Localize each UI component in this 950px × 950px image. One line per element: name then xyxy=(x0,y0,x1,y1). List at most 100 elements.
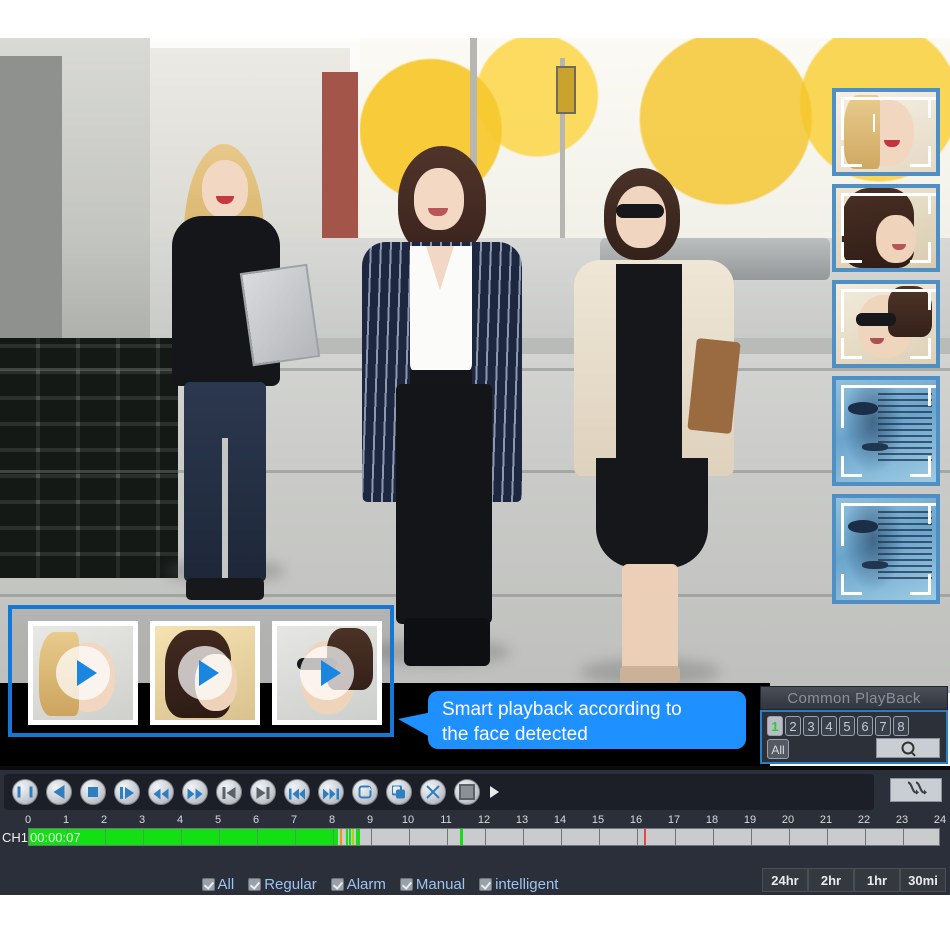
timeline-hour-separator-top xyxy=(865,829,866,845)
biometric-lips xyxy=(862,443,888,451)
clip-button[interactable] xyxy=(420,779,446,805)
play-icon[interactable] xyxy=(178,646,232,700)
person-2-brunette xyxy=(340,146,540,676)
next-file-button[interactable] xyxy=(318,779,344,805)
face-thumbnail-sunglasses[interactable] xyxy=(832,280,940,368)
filter-alarm[interactable]: Alarm xyxy=(331,876,386,893)
timeline-track[interactable] xyxy=(28,828,940,846)
channel-button-7[interactable]: 7 xyxy=(875,716,891,736)
repeat-button[interactable] xyxy=(352,779,378,805)
timeline-segment-regular[interactable] xyxy=(460,829,463,845)
next-frame-button[interactable] xyxy=(250,779,276,805)
record-type-filters: All Regular Alarm Manual intelligent xyxy=(0,870,760,898)
channel-button-3[interactable]: 3 xyxy=(803,716,819,736)
timeline-segment-alarm[interactable] xyxy=(644,829,646,845)
filter-all-label: All xyxy=(218,876,235,893)
video-stage[interactable]: Smart playback according to the face det… xyxy=(0,0,950,770)
filter-intelligent[interactable]: intelligent xyxy=(479,876,558,893)
range-1hr[interactable]: 1hr xyxy=(854,868,900,892)
checkbox-alarm[interactable] xyxy=(331,878,344,891)
channel-button-all[interactable]: All xyxy=(767,739,789,759)
timeline-hour-separator-top xyxy=(827,829,828,845)
timeline-hour-3: 3 xyxy=(139,814,145,826)
callout-tail xyxy=(398,712,432,738)
filter-all[interactable]: All xyxy=(202,876,235,893)
copy-button[interactable] xyxy=(386,779,412,805)
pause-button[interactable] xyxy=(12,779,38,805)
timeline-hour-0: 0 xyxy=(25,814,31,826)
timeline-hour-separator-top xyxy=(143,829,144,845)
bracket-top-right xyxy=(910,385,931,406)
person-2-trousers xyxy=(396,384,492,624)
filter-manual-label: Manual xyxy=(416,876,465,893)
face-thumbnail-brunette[interactable] xyxy=(832,184,940,272)
play-icon[interactable] xyxy=(56,646,110,700)
play-icon[interactable] xyxy=(300,646,354,700)
filter-manual[interactable]: Manual xyxy=(400,876,465,893)
filter-regular-label: Regular xyxy=(264,876,317,893)
checkbox-manual[interactable] xyxy=(400,878,413,891)
bottom-chrome: 0123456789101112131415161718192021222324… xyxy=(0,770,950,950)
previous-file-button[interactable] xyxy=(284,779,310,805)
timeline-segment-alarm[interactable] xyxy=(340,829,342,845)
timeline-segment-regular[interactable] xyxy=(346,829,348,845)
person-3-legs xyxy=(622,564,678,674)
play-reverse-button[interactable] xyxy=(46,779,72,805)
traffic-light xyxy=(556,66,576,114)
slow-forward-button[interactable] xyxy=(114,779,140,805)
range-24hr[interactable]: 24hr xyxy=(762,868,808,892)
timeline-segment-regular[interactable] xyxy=(349,829,351,845)
smart-clip-2[interactable] xyxy=(150,621,260,725)
checkbox-intelligent[interactable] xyxy=(479,878,492,891)
timeline-hour-11: 11 xyxy=(440,814,451,826)
bracket-top-right xyxy=(910,289,931,310)
stop-icon xyxy=(88,787,98,797)
channel-row: 1 2 3 4 5 6 7 8 xyxy=(767,716,941,736)
checkbox-regular[interactable] xyxy=(248,878,261,891)
timeline-hour-1: 1 xyxy=(63,814,69,826)
timeline-hour-separator-top xyxy=(409,829,410,845)
channel-button-2[interactable]: 2 xyxy=(785,716,801,736)
timeline-hour-5: 5 xyxy=(215,814,221,826)
range-2hr[interactable]: 2hr xyxy=(808,868,854,892)
chevron-right-icon[interactable] xyxy=(490,786,499,798)
rewind-button[interactable] xyxy=(148,779,174,805)
smart-clip-1[interactable] xyxy=(28,621,138,725)
previous-frame-button[interactable] xyxy=(216,779,242,805)
timeline-playhead[interactable] xyxy=(873,114,875,132)
channel-button-5[interactable]: 5 xyxy=(839,716,855,736)
channel-button-6[interactable]: 6 xyxy=(857,716,873,736)
loop-icon xyxy=(359,786,372,799)
common-playback-panel: Common PlayBack 1 2 3 4 5 6 7 8 All xyxy=(760,686,948,764)
timeline-hour-14: 14 xyxy=(554,814,566,826)
filter-intelligent-label: intelligent xyxy=(495,876,558,893)
filter-regular[interactable]: Regular xyxy=(248,876,317,893)
face-thumbnail-biometric-1[interactable] xyxy=(832,376,940,486)
range-30min[interactable]: 30mi xyxy=(900,868,946,892)
person-1-blonde xyxy=(150,138,320,598)
timeline-hour-2: 2 xyxy=(101,814,107,826)
checkbox-all[interactable] xyxy=(202,878,215,891)
save-button[interactable] xyxy=(454,779,480,805)
person-1-leg-gap xyxy=(222,438,228,588)
timeline-segment-intelligent[interactable] xyxy=(352,829,354,845)
channel-button-4[interactable]: 4 xyxy=(821,716,837,736)
timeline[interactable]: 0123456789101112131415161718192021222324… xyxy=(0,814,950,854)
search-button[interactable] xyxy=(876,738,940,758)
channel-button-1[interactable]: 1 xyxy=(767,716,783,736)
fast-forward-button[interactable] xyxy=(182,779,208,805)
timeline-hour-21: 21 xyxy=(820,814,832,826)
timeline-hour-4: 4 xyxy=(177,814,183,826)
swap-arrows-icon xyxy=(905,781,927,800)
callout-tooltip: Smart playback according to the face det… xyxy=(428,691,746,749)
face-thumbnail-blonde[interactable] xyxy=(832,88,940,176)
slow-forward-icon xyxy=(120,786,134,798)
stop-button[interactable] xyxy=(80,779,106,805)
timeline-hour-separator-top xyxy=(561,829,562,845)
extra-action-button[interactable] xyxy=(890,778,942,802)
smart-clip-3[interactable] xyxy=(272,621,382,725)
callout-line-2: the face detected xyxy=(442,722,732,747)
timeline-segment-regular[interactable] xyxy=(356,829,361,845)
face-thumbnail-biometric-2[interactable] xyxy=(832,494,940,604)
channel-button-8[interactable]: 8 xyxy=(893,716,909,736)
